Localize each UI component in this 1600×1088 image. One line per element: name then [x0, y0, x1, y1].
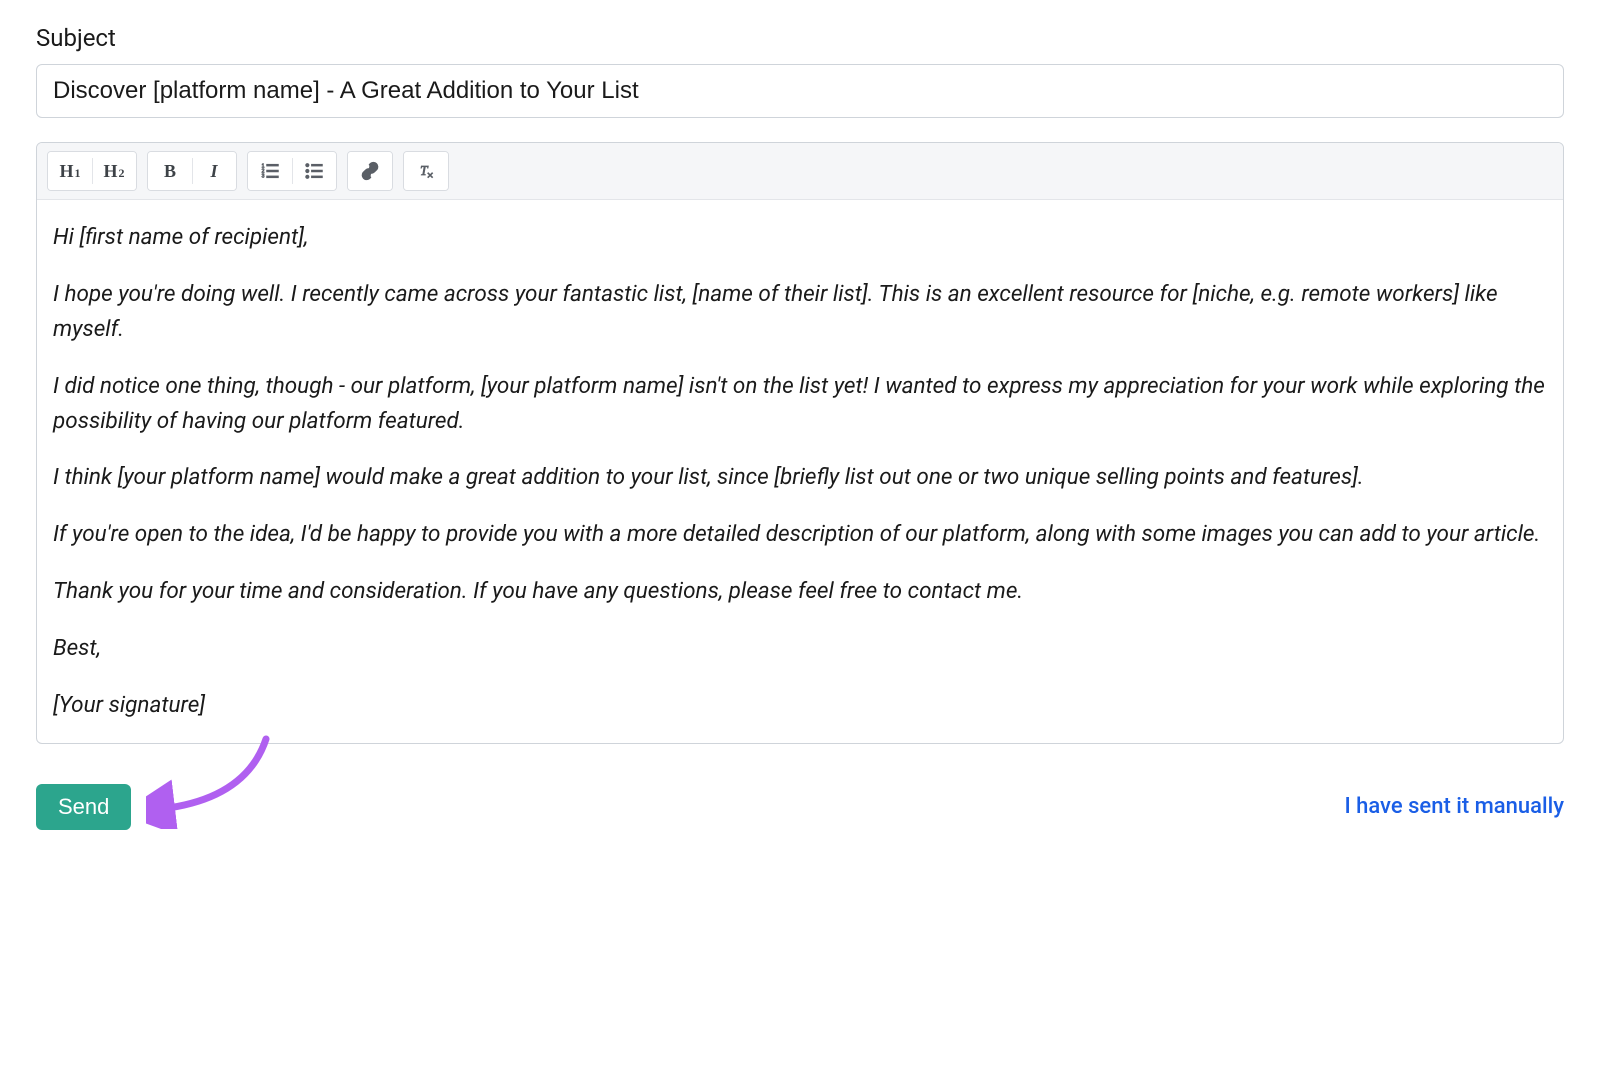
- body-paragraph: If you're open to the idea, I'd be happy…: [53, 517, 1547, 552]
- email-editor: H1 H2 B I 1 2: [36, 142, 1564, 744]
- unordered-list-icon: [304, 161, 324, 181]
- body-paragraph: Hi [first name of recipient],: [53, 220, 1547, 255]
- send-button[interactable]: Send: [36, 784, 131, 830]
- bold-button[interactable]: B: [148, 152, 192, 190]
- ordered-list-icon: 1 2 3: [260, 161, 280, 181]
- heading-group: H1 H2: [47, 151, 137, 191]
- editor-toolbar: H1 H2 B I 1 2: [37, 143, 1563, 200]
- body-paragraph: Best,: [53, 631, 1547, 666]
- subject-section: Subject: [36, 24, 1564, 118]
- subject-input[interactable]: [36, 64, 1564, 118]
- unordered-list-button[interactable]: [292, 152, 336, 190]
- sent-manually-link[interactable]: I have sent it manually: [1344, 794, 1564, 819]
- list-group: 1 2 3: [247, 151, 337, 191]
- heading1-button[interactable]: H1: [48, 152, 92, 190]
- link-button[interactable]: [348, 152, 392, 190]
- link-icon: [360, 161, 380, 181]
- text-style-group: B I: [147, 151, 237, 191]
- body-paragraph: Thank you for your time and consideratio…: [53, 574, 1547, 609]
- editor-body[interactable]: Hi [first name of recipient], I hope you…: [37, 200, 1563, 743]
- italic-icon: I: [210, 161, 217, 182]
- svg-text:T: T: [420, 163, 429, 178]
- italic-button[interactable]: I: [192, 152, 236, 190]
- body-paragraph: I hope you're doing well. I recently cam…: [53, 277, 1547, 347]
- link-group: [347, 151, 393, 191]
- h2-icon: H2: [103, 161, 124, 182]
- heading2-button[interactable]: H2: [92, 152, 136, 190]
- footer-actions: Send I have sent it manually: [36, 784, 1564, 830]
- body-paragraph: I did notice one thing, though - our pla…: [53, 369, 1547, 439]
- h1-icon: H1: [59, 161, 80, 182]
- ordered-list-button[interactable]: 1 2 3: [248, 152, 292, 190]
- svg-text:3: 3: [262, 174, 265, 180]
- arrow-annotation-icon: [146, 729, 286, 829]
- body-paragraph: [Your signature]: [53, 688, 1547, 723]
- clear-format-icon: T: [416, 161, 436, 181]
- body-paragraph: I think [your platform name] would make …: [53, 460, 1547, 495]
- clear-format-button[interactable]: T: [404, 152, 448, 190]
- clear-group: T: [403, 151, 449, 191]
- subject-label: Subject: [36, 24, 1564, 52]
- bold-icon: B: [164, 161, 176, 182]
